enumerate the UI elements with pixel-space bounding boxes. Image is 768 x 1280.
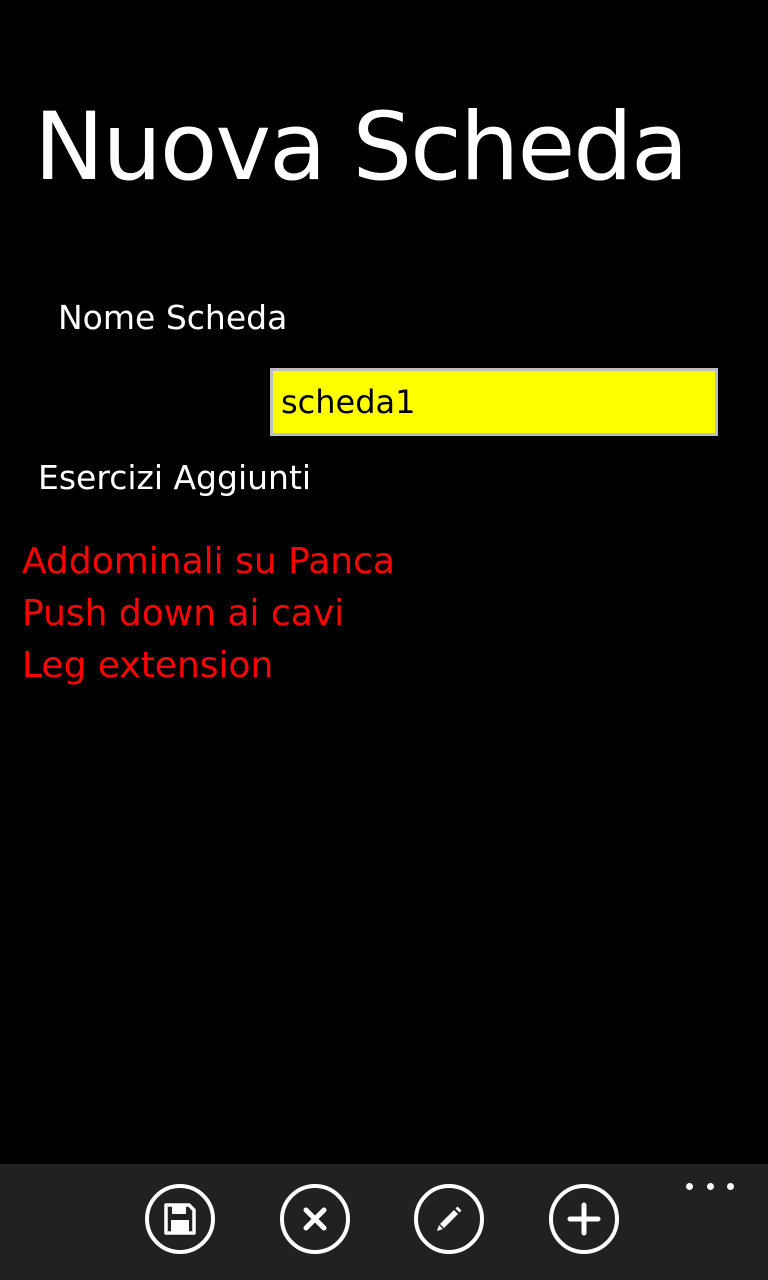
more-options-icon[interactable]: [686, 1178, 734, 1194]
cancel-button[interactable]: [280, 1184, 350, 1254]
pencil-icon: [437, 1206, 462, 1231]
edit-button[interactable]: [414, 1184, 484, 1254]
list-item[interactable]: Push down ai cavi: [22, 588, 395, 640]
more-dot: [706, 1182, 714, 1190]
plus-icon: [567, 1202, 601, 1236]
add-button[interactable]: [549, 1184, 619, 1254]
app-bar: [0, 1164, 768, 1280]
page-title: Nuova Scheda: [34, 93, 689, 202]
name-input[interactable]: [270, 368, 718, 436]
save-button[interactable]: [145, 1184, 215, 1254]
exercises-label: Esercizi Aggiunti: [38, 458, 312, 497]
list-item[interactable]: Addominali su Panca: [22, 536, 395, 588]
exercise-list: Addominali su Panca Push down ai cavi Le…: [22, 536, 395, 692]
more-dot: [686, 1182, 693, 1190]
list-item[interactable]: Leg extension: [22, 640, 395, 692]
close-icon: [303, 1207, 327, 1231]
more-dot: [727, 1182, 734, 1190]
save-icon: [164, 1203, 196, 1235]
name-label: Nome Scheda: [58, 298, 288, 337]
